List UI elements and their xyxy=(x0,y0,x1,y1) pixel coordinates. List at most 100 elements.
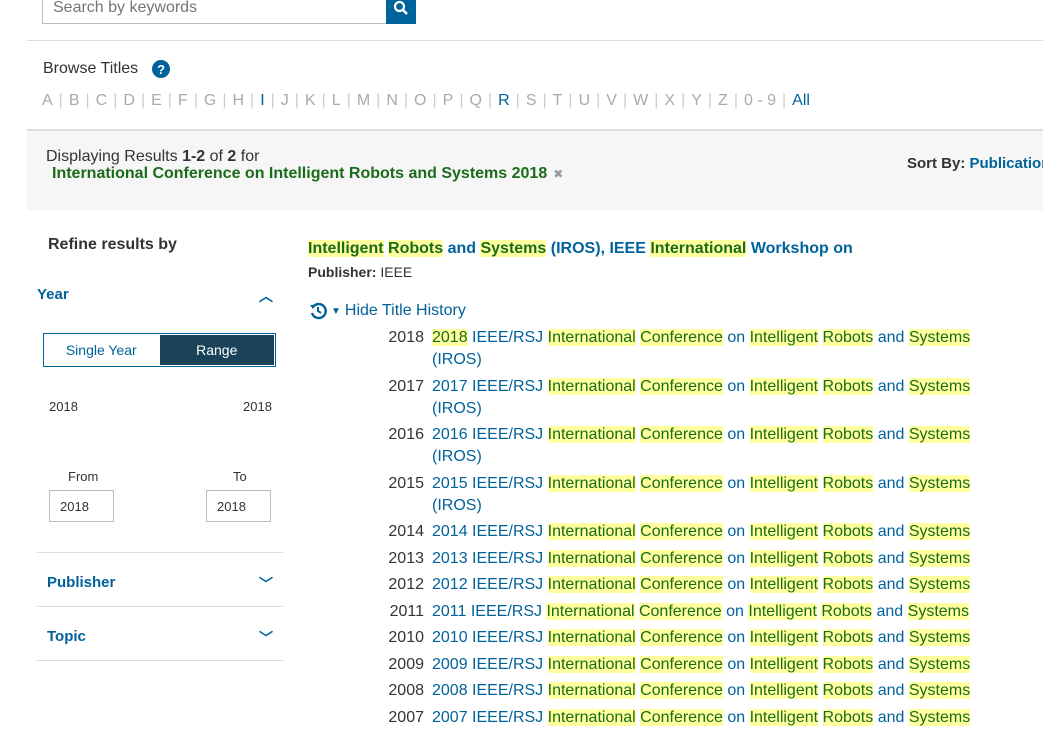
history-title-link[interactable]: 2008 IEEE/RSJ International Conference o… xyxy=(432,680,972,702)
separator: | xyxy=(622,92,628,109)
title-history-row: 2015 2015 IEEE/RSJ International Conferen… xyxy=(380,473,980,517)
letter-link-Y[interactable]: Y xyxy=(691,92,702,109)
letter-link-R[interactable]: R xyxy=(498,92,510,109)
publisher-label: Publisher: xyxy=(308,264,377,280)
letter-link-F[interactable]: F xyxy=(178,92,188,109)
search-input[interactable] xyxy=(42,0,387,24)
results-range: 1-2 xyxy=(182,148,206,165)
letter-link-M[interactable]: M xyxy=(357,92,370,109)
title-word: IEEE/RSJ xyxy=(472,426,544,443)
facet-year[interactable]: Year ︿ xyxy=(37,286,283,306)
letter-link-V[interactable]: V xyxy=(606,92,617,109)
range-min: 2018 xyxy=(49,399,78,414)
highlighted-term: Systems xyxy=(480,240,547,257)
title-word: Workshop xyxy=(750,240,829,257)
highlighted-term: Systems xyxy=(907,602,969,620)
title-history-row: 2018 2018 IEEE/RSJ International Conferen… xyxy=(380,327,980,371)
help-icon[interactable]: ? xyxy=(152,60,171,78)
title-word: on xyxy=(727,377,746,395)
facet-publisher[interactable]: Publisher ﹀ xyxy=(47,574,283,594)
sort-label: Sort By: xyxy=(907,155,966,172)
separator: | xyxy=(250,92,255,109)
letter-link-U[interactable]: U xyxy=(579,92,591,109)
title-word: on xyxy=(726,602,744,620)
results-total: 2 xyxy=(227,148,237,165)
browse-titles-heading: Browse Titles? xyxy=(43,60,171,78)
letter-link-C[interactable]: C xyxy=(96,92,108,109)
history-title-link[interactable]: 2016 IEEE/RSJ International Conference o… xyxy=(432,424,972,468)
letter-link-A[interactable]: A xyxy=(42,92,53,109)
chevron-down-icon[interactable]: ﹀ xyxy=(259,628,273,648)
title-history-list: 2018 2018 IEEE/RSJ International Conferen… xyxy=(380,327,980,733)
chevron-down-icon[interactable]: ﹀ xyxy=(259,574,273,594)
title-word: and xyxy=(877,576,905,593)
letter-link-P[interactable]: P xyxy=(443,92,454,109)
history-title-link[interactable]: 2012 IEEE/RSJ International Conference o… xyxy=(432,574,972,596)
title-history-row: 2009 2009 IEEE/RSJ International Conferen… xyxy=(380,654,980,676)
sort-dropdown[interactable]: Publication xyxy=(970,155,1043,172)
letter-link-I[interactable]: I xyxy=(260,92,264,109)
letter-link-All[interactable]: All xyxy=(792,92,810,109)
history-title-link[interactable]: 2018 IEEE/RSJ International Conference o… xyxy=(432,327,972,371)
history-year: 2010 xyxy=(388,629,424,646)
single-year-button[interactable]: Single Year xyxy=(44,334,159,366)
history-title-link[interactable]: 2007 IEEE/RSJ International Conference o… xyxy=(432,707,972,729)
highlighted-term: Conference xyxy=(640,708,723,726)
separator: | xyxy=(542,92,547,109)
title-word: and xyxy=(877,682,905,699)
history-title-link[interactable]: 2009 IEEE/RSJ International Conference o… xyxy=(432,654,972,676)
letter-link-Z[interactable]: Z xyxy=(718,92,728,109)
history-title-link[interactable]: 2010 IEEE/RSJ International Conference o… xyxy=(432,627,972,649)
letter-link-H[interactable]: H xyxy=(232,92,244,109)
letter-link-T[interactable]: T xyxy=(553,92,563,109)
from-year-input[interactable]: 2018 xyxy=(49,490,114,522)
clear-query-icon[interactable]: ✖ xyxy=(553,167,563,181)
letter-link-W[interactable]: W xyxy=(633,92,648,109)
separator: | xyxy=(487,92,493,109)
letter-link-E[interactable]: E xyxy=(151,92,162,109)
separator: | xyxy=(321,92,326,109)
highlighted-term: Robots xyxy=(822,549,874,567)
history-year: 2018 xyxy=(388,329,424,346)
to-year-input[interactable]: 2018 xyxy=(206,490,271,522)
history-title-link[interactable]: 2015 IEEE/RSJ International Conference o… xyxy=(432,473,972,517)
highlighted-term: Intelligent xyxy=(749,426,819,443)
letter-link-X[interactable]: X xyxy=(664,92,675,109)
letter-link-K[interactable]: K xyxy=(305,92,316,109)
result-title-link[interactable]: Intelligent Robots and Systems (IROS), I… xyxy=(308,240,853,258)
separator: | xyxy=(58,92,63,109)
letter-link-N[interactable]: N xyxy=(386,92,398,109)
letter-link-B[interactable]: B xyxy=(69,92,80,109)
history-year: 2013 xyxy=(388,549,424,567)
history-year: 2015 xyxy=(388,474,424,492)
title-word: and xyxy=(876,602,904,620)
history-title-link[interactable]: 2017 IEEE/RSJ International Conference o… xyxy=(432,376,972,420)
history-title-link[interactable]: 2011 IEEE/RSJ International Conference o… xyxy=(432,601,972,623)
history-title-link[interactable]: 2013 IEEE/RSJ International Conference o… xyxy=(432,548,972,570)
letter-link-G[interactable]: G xyxy=(204,92,216,109)
letter-link-0-9[interactable]: 0 - 9 xyxy=(744,92,776,109)
highlighted-term: International xyxy=(546,602,635,620)
history-title-link[interactable]: 2014 IEEE/RSJ International Conference o… xyxy=(432,521,972,543)
letter-link-D[interactable]: D xyxy=(123,92,135,109)
hide-title-history-toggle[interactable]: ▼ Hide Title History xyxy=(309,302,466,320)
search-icon xyxy=(393,0,408,15)
letter-link-O[interactable]: O xyxy=(414,92,426,109)
highlighted-term: Intelligent xyxy=(748,602,817,620)
highlighted-term: Systems xyxy=(908,377,971,395)
publisher-value: IEEE xyxy=(380,264,413,280)
letter-link-L[interactable]: L xyxy=(332,92,341,109)
title-word: and xyxy=(877,474,905,492)
highlighted-term: Robots xyxy=(822,576,874,593)
highlighted-term: International xyxy=(547,426,636,443)
letter-link-Q[interactable]: Q xyxy=(469,92,481,109)
facet-topic[interactable]: Topic ﹀ xyxy=(47,628,283,648)
highlighted-term: Robots xyxy=(822,682,874,699)
range-button[interactable]: Range xyxy=(158,334,275,366)
letter-link-S[interactable]: S xyxy=(526,92,537,109)
letter-link-J[interactable]: J xyxy=(281,92,289,109)
divider xyxy=(37,552,283,553)
title-word: 2017 xyxy=(432,377,468,395)
chevron-up-icon[interactable]: ︿ xyxy=(259,286,273,306)
search-button[interactable] xyxy=(386,0,416,24)
